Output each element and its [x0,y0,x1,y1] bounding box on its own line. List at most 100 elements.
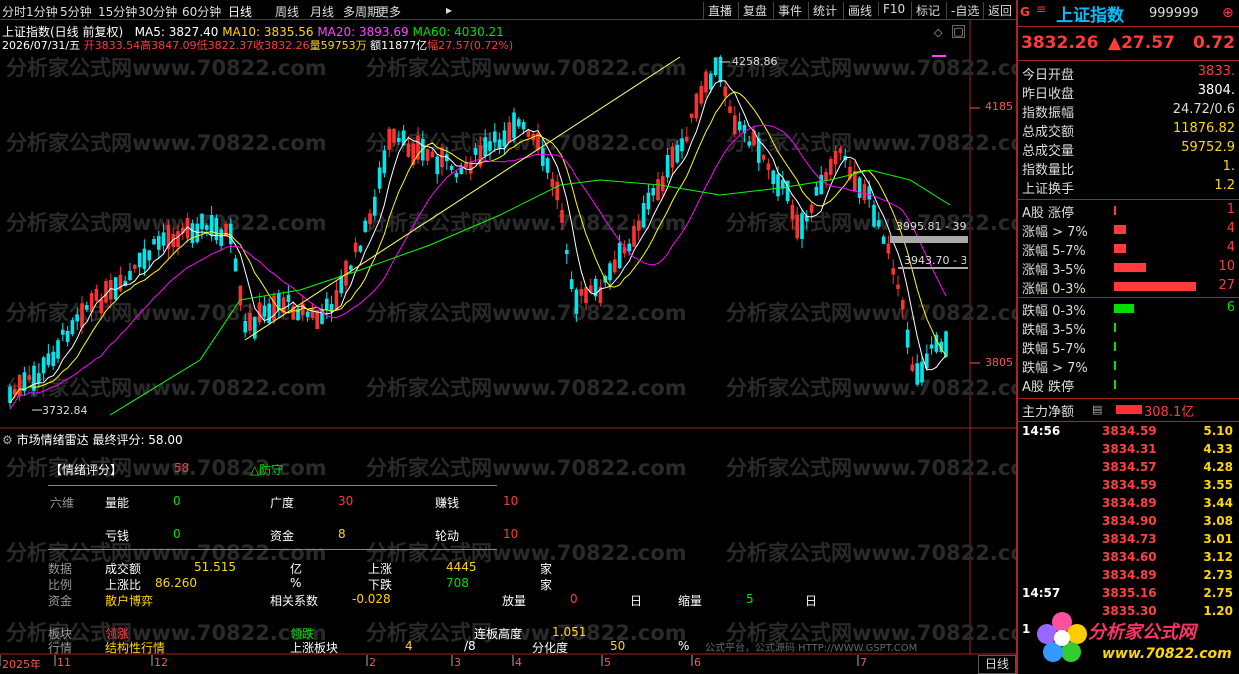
tab-0[interactable]: 分时 [2,3,26,20]
watermark-text: 分析家公式网www.70822.com [726,376,1016,400]
net-flow-row: 主力净额 ▤ 308.1亿 [1022,400,1235,420]
candle-body [521,122,526,130]
quote-row-label: 总成交量 [1022,144,1075,159]
toolbar-button-2[interactable]: 事件 [773,2,806,19]
dim-name-0: 量能 [105,496,130,510]
tick-price: 3834.89 [1102,496,1157,510]
candle-body [675,144,679,163]
breadth-label: 跌幅 > 7% [1022,361,1088,376]
candle-body [113,277,118,300]
candle-body [608,263,612,281]
breadth-value: 1 [1226,202,1235,217]
candle-body [819,174,823,195]
candle-body [243,320,247,333]
defense-label: △防守 [250,463,284,477]
tab-1[interactable]: 1分钟 [26,3,58,20]
candle-body [747,141,751,146]
up-blocks-total: /8 [464,639,476,653]
candle-body [267,303,271,324]
tab-7[interactable]: 周线 [275,3,299,20]
tick-price: 3834.59 [1102,478,1157,492]
candle-body [728,106,732,113]
more-dropdown-icon[interactable]: ▸ [446,3,452,17]
candle-body [435,156,439,175]
breadth-bar [1114,323,1116,332]
up-value: 4445 [446,560,477,574]
candle-body [118,274,123,291]
quote-row-label: 指数量比 [1022,163,1075,178]
candle-body [584,287,588,304]
candle-body [857,177,862,198]
toolbar-button-7[interactable]: -自选 [946,2,983,19]
expand-icon[interactable]: ▢ [952,25,965,38]
breadth-label: 跌幅 3-5% [1022,323,1086,338]
tab-9[interactable]: 多周期 [343,3,379,20]
candle-body [737,121,742,131]
tick-volume: 3.55 [1203,478,1233,492]
structure-label: 结构性行情 [105,641,166,655]
table-icon[interactable]: ▤ [1092,403,1102,416]
watermark-text: 分析家公式网www.70822.com [6,131,327,155]
breadth-row: 涨幅 5-7% 4 [1022,239,1235,259]
tick-volume: 3.08 [1203,514,1233,528]
candle-body [545,158,550,173]
quote-row-4: 总成交量 59752.9 [1022,139,1235,159]
candle-body [133,264,137,269]
tick-volume: 4.28 [1203,460,1233,474]
toolbar-button-5[interactable]: F10 [878,2,909,16]
candle-body [920,361,924,383]
candle-body [483,137,487,156]
price-chart[interactable]: 分析家公式网www.70822.com 分析家公式网www.70822.com 分析… [0,0,1016,674]
up-blocks-label: 上涨板块 [290,641,339,655]
tab-4[interactable]: 30分钟 [138,3,177,20]
candle-body [579,289,583,296]
tab-6[interactable]: 日线 [228,3,252,20]
tick-volume: 3.12 [1203,550,1233,564]
price-change: ▲27.57 [1108,33,1175,53]
vol-up-unit: 日 [630,594,643,608]
candle-body [517,119,521,127]
toolbar-button-4[interactable]: 画线 [843,2,876,19]
down-label: 下跌 [368,578,393,592]
tab-5[interactable]: 60分钟 [182,3,221,20]
tick-price: 3834.59 [1102,424,1157,438]
date-label-8: 7 [860,656,867,669]
candle-body [176,231,180,248]
diamond-icon[interactable]: ◇ [934,26,942,39]
candle-body [147,250,151,261]
logo-text: 分析家公式网 [1088,622,1196,643]
toolbar-button-3[interactable]: 统计 [808,2,841,19]
toolbar-button-0[interactable]: 直播 [703,2,736,19]
toolbar-button-8[interactable]: 返回 [983,2,1016,19]
quote-row-label: 今日开盘 [1022,68,1075,83]
tab-8[interactable]: 月线 [310,3,334,20]
candle-body [891,268,895,275]
period-label[interactable]: 日线 [978,655,1016,674]
vol-up-value: 0 [570,592,578,606]
breadth-row: A股 涨停 1 [1022,201,1235,221]
dim-value-2: 10 [503,494,519,508]
toolbar-button-1[interactable]: 复盘 [738,2,771,19]
candle-body [65,330,70,343]
candle-body [733,115,737,135]
tick-volume: 4.33 [1203,442,1233,456]
breadth-bar [1114,380,1116,389]
tab-10[interactable]: 更多 [377,3,401,20]
tick-row: 3834.73 3.01 [1022,532,1235,550]
settings-icon[interactable]: ⚙ [2,433,13,447]
candle-body [541,148,545,166]
candle-body [373,196,377,216]
tab-3[interactable]: 15分钟 [98,3,137,20]
breadth-label: A股 涨停 [1022,206,1075,221]
candle-body [838,148,843,153]
alert-icon[interactable]: ⊕ [1222,5,1234,21]
candle-body [824,172,828,181]
tick-price: 3834.90 [1102,514,1157,528]
toolbar-button-6[interactable]: 标记 [911,2,944,19]
ratio-label: 比例 [48,578,73,592]
quote-row-value: 3833. [1197,64,1235,79]
candle-body [473,148,478,155]
menu-icon[interactable]: ≡ [1036,2,1046,16]
candle-body [377,167,382,189]
tab-2[interactable]: 5分钟 [60,3,92,20]
